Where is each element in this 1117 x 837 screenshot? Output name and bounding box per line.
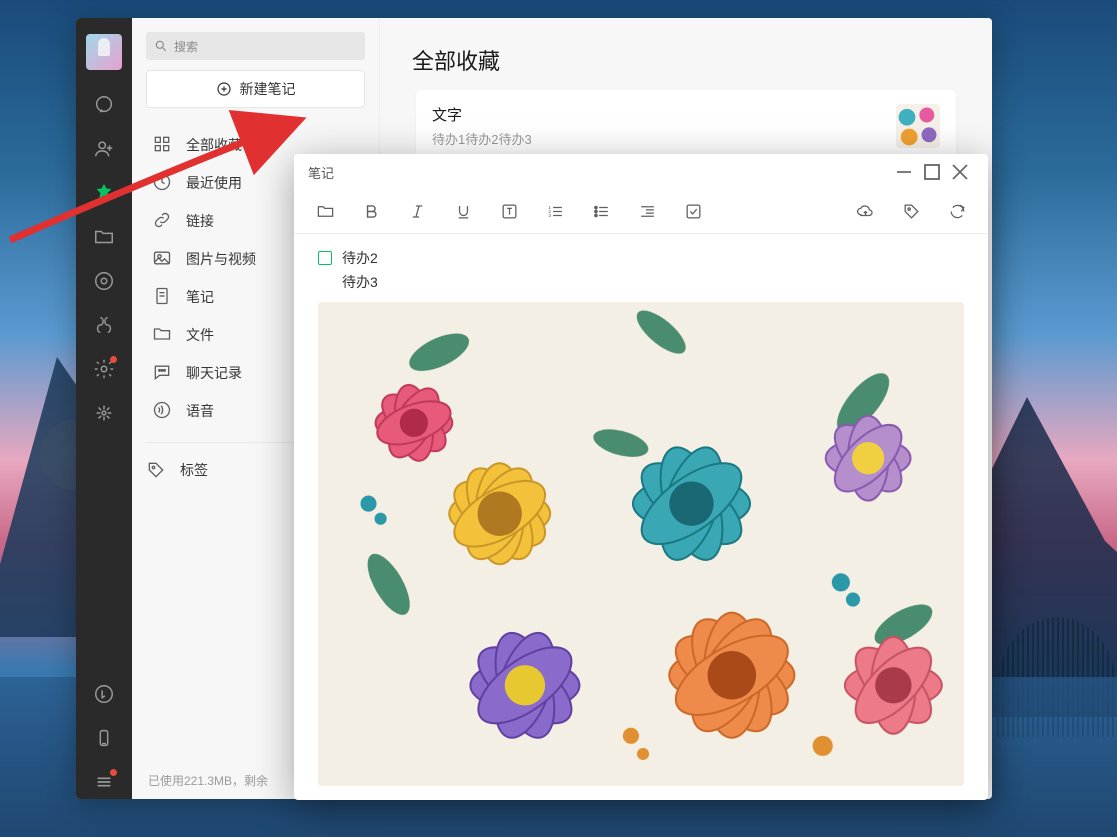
tag-icon <box>146 460 166 480</box>
editor-minimize-button[interactable] <box>890 158 918 186</box>
favorite-card[interactable]: 文字 待办1待办2待办3 <box>416 90 956 162</box>
tb-unordered-list[interactable] <box>588 199 614 225</box>
rail-contacts[interactable] <box>83 132 125 166</box>
chat-log-icon <box>152 362 172 385</box>
editor-maximize-button[interactable] <box>918 158 946 186</box>
sidebar-item-label: 文件 <box>186 325 214 345</box>
tb-bold[interactable] <box>358 199 384 225</box>
rail-chat[interactable] <box>83 88 125 122</box>
tb-italic[interactable] <box>404 199 430 225</box>
svg-text:3: 3 <box>548 213 551 219</box>
editor-body[interactable]: 待办2待办3 <box>294 234 988 800</box>
editor-window: 笔记 123 待办2待办3 <box>294 154 988 800</box>
tb-share[interactable] <box>944 199 970 225</box>
note-icon <box>152 286 172 309</box>
plus-circle-icon <box>216 81 232 97</box>
note-image <box>318 302 964 786</box>
editor-toolbar: 123 <box>294 190 988 234</box>
rail-plugins[interactable] <box>83 352 125 386</box>
editor-titlebar: 笔记 <box>294 154 988 190</box>
sidebar-item-label: 笔记 <box>186 287 214 307</box>
rail-phone[interactable] <box>83 721 125 755</box>
card-title: 文字 <box>432 104 884 125</box>
rail-music[interactable] <box>83 677 125 711</box>
rail-favorites[interactable] <box>83 176 125 210</box>
tb-checklist[interactable] <box>680 199 706 225</box>
tb-underline[interactable] <box>450 199 476 225</box>
sidebar-item-label: 语音 <box>186 401 214 421</box>
link-icon <box>152 210 172 233</box>
page-title: 全部收藏 <box>380 18 992 90</box>
tb-indent[interactable] <box>634 199 660 225</box>
image-icon <box>152 248 172 271</box>
voice-icon <box>152 400 172 423</box>
checkbox-icon[interactable] <box>318 251 332 265</box>
avatar[interactable] <box>86 34 122 70</box>
sidebar-item-label: 最近使用 <box>186 173 242 193</box>
card-subtitle: 待办1待办2待办3 <box>432 129 884 148</box>
todo-text: 待办2 <box>342 248 378 268</box>
search-icon <box>154 39 168 53</box>
todo-text: 待办3 <box>342 272 378 292</box>
folder-icon <box>152 324 172 347</box>
sidebar-item-label: 全部收藏 <box>186 135 242 155</box>
clock-icon <box>152 172 172 195</box>
todo-line[interactable]: 待办3 <box>318 272 964 292</box>
rail-miniapp[interactable] <box>83 396 125 430</box>
card-thumbnail <box>896 104 940 148</box>
tb-text-style[interactable] <box>496 199 522 225</box>
rail-files[interactable] <box>83 220 125 254</box>
rail-moments[interactable] <box>83 264 125 298</box>
search-placeholder: 搜索 <box>174 38 198 55</box>
todo-line[interactable]: 待办2 <box>318 248 964 268</box>
nav-rail <box>76 18 132 799</box>
sidebar-item-label: 链接 <box>186 211 214 231</box>
rail-menu[interactable] <box>83 765 125 799</box>
tb-cloud[interactable] <box>852 199 878 225</box>
search-input[interactable]: 搜索 <box>146 32 365 60</box>
tags-label: 标签 <box>180 460 208 480</box>
grid-icon <box>152 134 172 157</box>
editor-title: 笔记 <box>308 163 334 182</box>
editor-close-button[interactable] <box>946 158 974 186</box>
sidebar-item-label: 图片与视频 <box>186 249 256 269</box>
tb-tag[interactable] <box>898 199 924 225</box>
tb-ordered-list[interactable]: 123 <box>542 199 568 225</box>
rail-channels[interactable] <box>83 308 125 342</box>
tb-folder[interactable] <box>312 199 338 225</box>
new-note-button[interactable]: 新建笔记 <box>146 70 365 108</box>
new-note-label: 新建笔记 <box>240 79 296 99</box>
sidebar-item-label: 聊天记录 <box>186 363 242 383</box>
